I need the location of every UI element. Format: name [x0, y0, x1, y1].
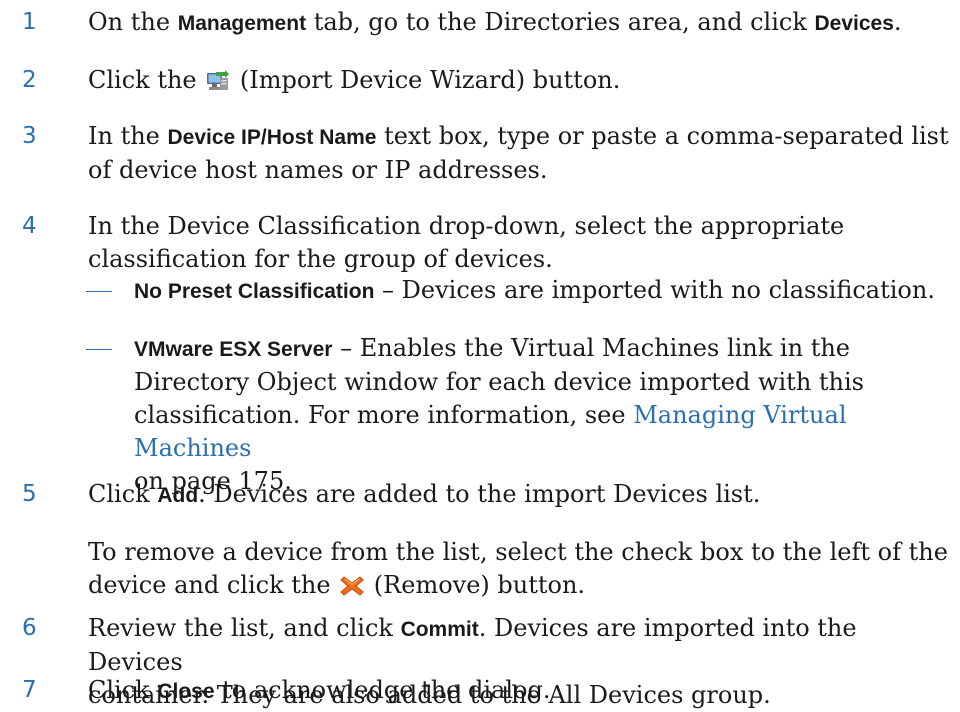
- text: (Remove) button.: [366, 571, 586, 599]
- bullet-dash: [86, 349, 112, 350]
- text: Click: [88, 676, 158, 704]
- text: of device host names or IP addresses.: [88, 156, 548, 184]
- text: – Enables the Virtual Machines link in t…: [332, 334, 850, 362]
- text: .: [893, 8, 902, 36]
- ui-label-add: Add: [157, 484, 199, 507]
- ui-label-device-ip-host-name: Device IP/Host Name: [167, 126, 377, 149]
- ui-label-close: Close: [157, 680, 215, 703]
- text: Review the list, and click: [88, 614, 401, 642]
- text: device and click the: [88, 571, 339, 599]
- text: – Devices are imported with no classific…: [374, 276, 935, 304]
- step-number: 4: [22, 213, 37, 239]
- step-text: Click the (Import Device Wizard) button.: [88, 64, 950, 101]
- ui-label-vmware-esx: VMware ESX Server: [134, 338, 333, 361]
- step-number: 5: [22, 481, 37, 507]
- text: to acknowledge the dialog.: [214, 676, 551, 704]
- ui-label-management: Management: [177, 12, 307, 35]
- step-text: Click Close to acknowledge the dialog.: [88, 674, 950, 708]
- import-device-wizard-icon: [206, 68, 230, 101]
- step-number: 7: [22, 677, 37, 703]
- step-text: On the Management tab, go to the Directo…: [88, 6, 950, 40]
- text: text box, type or paste a comma-separate…: [376, 122, 949, 150]
- bullet-dash: [86, 291, 112, 292]
- text: On the: [88, 8, 178, 36]
- step-number: 6: [22, 615, 37, 641]
- step-number: 3: [22, 123, 37, 149]
- text: Click the: [88, 66, 205, 94]
- remove-x-icon: [340, 573, 364, 606]
- text: (Import Device Wizard) button.: [232, 66, 621, 94]
- step-number: 2: [22, 67, 37, 93]
- note-text: To remove a device from the list, select…: [88, 536, 950, 606]
- ui-label-no-preset: No Preset Classification: [134, 280, 375, 303]
- step-text: In the Device Classification drop-down, …: [88, 210, 950, 276]
- step-number: 1: [22, 9, 37, 35]
- text: To remove a device from the list, select…: [88, 538, 948, 566]
- bullet-vmware: VMware ESX Server – Enables the Virtual …: [134, 332, 950, 498]
- step-text: In the Device IP/Host Name text box, typ…: [88, 120, 950, 187]
- ui-label-commit: Commit: [400, 618, 479, 641]
- text: tab, go to the Directories area, and cli…: [306, 8, 815, 36]
- text: Directory Object window for each device …: [134, 368, 864, 396]
- text: classification for the group of devices.: [88, 245, 553, 273]
- text: classification. For more information, se…: [134, 401, 634, 429]
- text: . Devices are added to the import Device…: [198, 480, 761, 508]
- text: In the: [88, 122, 168, 150]
- text: Click: [88, 480, 158, 508]
- step-text: Click Add. Devices are added to the impo…: [88, 478, 950, 512]
- ui-label-devices: Devices: [814, 12, 894, 35]
- text: In the Device Classification drop-down, …: [88, 212, 845, 240]
- bullet-no-preset: No Preset Classification – Devices are i…: [134, 274, 950, 308]
